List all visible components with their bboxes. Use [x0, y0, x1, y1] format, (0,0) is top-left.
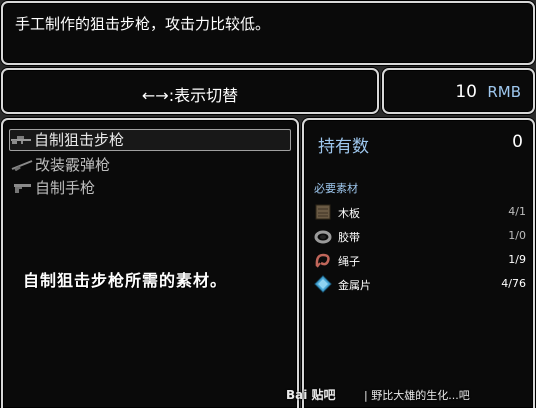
wood-plank-icon [315, 204, 331, 220]
craft-list-window: 自制狙击步枪 改装霰弹枪 自制手枪 自制狙击步枪所需的素材。 [1, 118, 299, 408]
material-count: 1/0 [508, 229, 526, 242]
material-name: 金属片 [338, 279, 371, 292]
item-description: 手工制作的狙击步枪，攻击力比较低。 [15, 15, 271, 33]
material-rope: 绳子 1/9 [314, 250, 526, 270]
material-name: 胶带 [338, 231, 360, 244]
craft-item-label: 改装霰弹枪 [35, 156, 111, 174]
craft-item-shotgun[interactable]: 改装霰弹枪 [11, 155, 291, 175]
money-window: 10 RMB [382, 68, 535, 114]
watermark-text: | 野比大雄的生化...吧 [364, 389, 470, 402]
pistol-icon [14, 184, 31, 193]
material-metal-piece: 金属片 4/76 [314, 274, 526, 294]
money-amount: 10 [455, 82, 477, 102]
material-name: 木板 [338, 207, 360, 220]
material-count: 4/76 [501, 277, 526, 290]
money-unit: RMB [487, 83, 521, 101]
possess-label: 持有数 [318, 137, 369, 157]
tape-icon [314, 230, 332, 244]
craft-item-label: 自制手枪 [35, 179, 96, 197]
switch-hint: ←→:表示切替 [141, 86, 239, 105]
craft-item-pistol[interactable]: 自制手枪 [11, 178, 291, 198]
material-name: 绳子 [338, 255, 360, 268]
material-count: 1/9 [508, 253, 526, 266]
recipe-info-text: 自制狙击步枪所需的素材。 [23, 271, 228, 290]
required-materials-label: 必要素材 [314, 182, 358, 195]
craft-item-sniper-rifle[interactable]: 自制狙击步枪 [9, 129, 291, 151]
sniper-rifle-icon [11, 136, 31, 144]
material-wood-plank: 木板 4/1 [314, 202, 526, 222]
recipe-detail-window: 持有数 0 必要素材 木板 4/1 胶带 1/0 绳子 1/9 金属片 4/76 [302, 118, 535, 408]
watermark-logo: Bai 贴吧 [286, 388, 336, 402]
material-count: 4/1 [508, 205, 526, 218]
rope-icon [315, 253, 330, 268]
metal-piece-icon [314, 275, 332, 293]
description-window: 手工制作的狙击步枪，攻击力比较低。 [1, 1, 535, 65]
switch-hint-window: ←→:表示切替 [1, 68, 379, 114]
shotgun-icon [11, 160, 33, 171]
craft-item-label: 自制狙击步枪 [34, 131, 125, 149]
material-tape: 胶带 1/0 [314, 226, 526, 246]
possess-value: 0 [512, 132, 523, 152]
